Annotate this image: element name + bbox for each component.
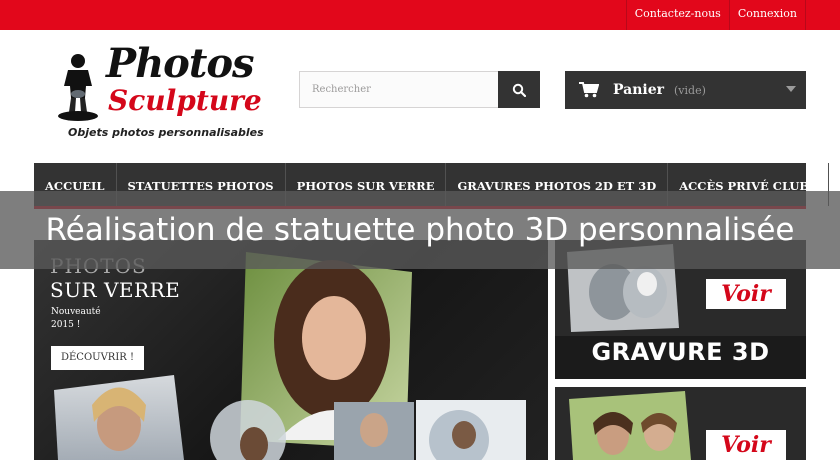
- site-logo[interactable]: Photos Sculpture Objets photos personnal…: [48, 40, 264, 145]
- cart-icon: [579, 82, 599, 98]
- slider-note: Nouveauté 2015 !: [51, 307, 101, 330]
- cart-label: Panier: [613, 82, 665, 98]
- logo-tagline: Objets photos personnalisables: [68, 126, 264, 139]
- home-slider[interactable]: PHOTOS SUR VERRE Nouveauté 2015 ! DÉCOUV…: [34, 240, 548, 460]
- contact-link[interactable]: Contactez-nous: [625, 0, 729, 30]
- discover-button[interactable]: DÉCOUVRIR !: [51, 346, 144, 370]
- search-button[interactable]: [498, 71, 540, 108]
- statuette-figure-icon: [58, 54, 98, 121]
- slider-title-line-2: SUR VERRE: [50, 278, 181, 302]
- logo-line-2: Sculpture: [108, 84, 262, 117]
- top-links: Contactez-nous Connexion: [625, 0, 806, 30]
- page-headline: Réalisation de statuette photo 3D person…: [45, 212, 795, 248]
- cart-block[interactable]: Panier (vide): [565, 71, 806, 109]
- voir-button[interactable]: Voir: [706, 279, 786, 309]
- search-input[interactable]: [299, 71, 499, 108]
- top-bar: Contactez-nous Connexion: [0, 0, 840, 30]
- promo-caption: GRAVURE 3D: [591, 338, 770, 366]
- login-link[interactable]: Connexion: [728, 0, 806, 30]
- voir-button[interactable]: Voir: [706, 430, 786, 460]
- cart-status: (vide): [674, 83, 706, 97]
- logo-line-1: Photos: [106, 40, 255, 87]
- search-bar: [299, 71, 540, 108]
- search-icon: [512, 83, 526, 97]
- headline-banner: Réalisation de statuette photo 3D person…: [0, 191, 840, 269]
- chevron-down-icon: [786, 86, 796, 92]
- promo-photo-bloc[interactable]: Voir: [555, 387, 806, 460]
